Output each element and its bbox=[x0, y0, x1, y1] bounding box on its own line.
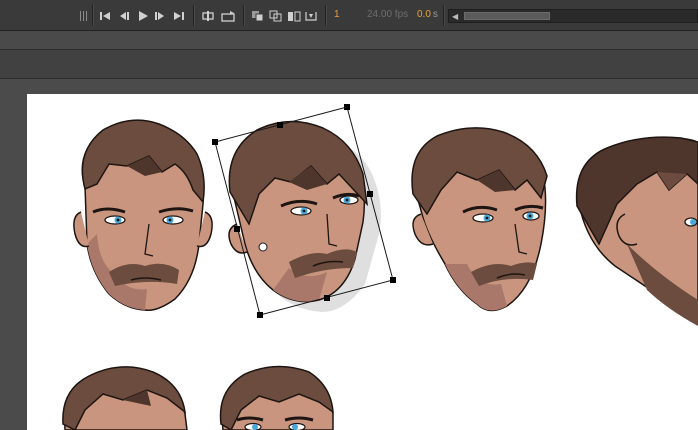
elapsed-time-readout[interactable]: 0.0 s bbox=[417, 9, 438, 20]
transformation-point[interactable] bbox=[258, 242, 268, 252]
head-front[interactable] bbox=[73, 119, 213, 312]
onion-skin-icon[interactable] bbox=[250, 6, 266, 26]
onion-skin-outline-icon[interactable] bbox=[268, 6, 284, 26]
step-forward-icon[interactable] bbox=[153, 6, 167, 26]
loop-icon[interactable] bbox=[200, 6, 216, 26]
head-three-quarter[interactable] bbox=[411, 127, 548, 312]
first-frame-icon[interactable] bbox=[98, 6, 112, 26]
scrollbar-thumb[interactable] bbox=[464, 12, 550, 20]
frame-rate-readout[interactable]: 24.00 fps bbox=[367, 9, 408, 20]
timeline-controls: 1 24.00 fps 0.0 s ◀ bbox=[0, 0, 698, 31]
transform-handle[interactable] bbox=[390, 277, 396, 283]
transform-handle[interactable] bbox=[212, 139, 218, 145]
transform-handle[interactable] bbox=[344, 104, 350, 110]
head-bottom-center[interactable] bbox=[219, 365, 334, 430]
scroll-left-arrow-icon[interactable]: ◀ bbox=[452, 12, 458, 21]
timeline-scrollbar[interactable]: ◀ bbox=[448, 9, 698, 23]
head-bottom-left[interactable] bbox=[62, 366, 188, 430]
elapsed-time-unit: s bbox=[432, 9, 438, 20]
grip-handle-icon[interactable] bbox=[78, 6, 88, 26]
edit-multiple-frames-icon[interactable] bbox=[286, 6, 302, 26]
transform-handle[interactable] bbox=[277, 122, 283, 128]
transform-handle[interactable] bbox=[257, 312, 263, 318]
transform-handle[interactable] bbox=[324, 295, 330, 301]
last-frame-icon[interactable] bbox=[172, 6, 186, 26]
head-profile[interactable] bbox=[575, 136, 698, 326]
panel-divider-bar bbox=[0, 31, 698, 50]
step-back-icon[interactable] bbox=[117, 6, 131, 26]
stage-canvas[interactable] bbox=[27, 94, 698, 430]
center-frame-icon[interactable] bbox=[220, 6, 236, 26]
play-icon[interactable] bbox=[136, 6, 150, 26]
elapsed-time-value: 0.0 bbox=[417, 9, 431, 20]
transform-handle[interactable] bbox=[234, 226, 240, 232]
edit-bar bbox=[0, 50, 698, 79]
modify-markers-icon[interactable] bbox=[303, 6, 319, 26]
current-frame-readout[interactable]: 1 bbox=[334, 9, 340, 20]
transform-handle[interactable] bbox=[367, 191, 373, 197]
stage-artwork bbox=[62, 104, 698, 430]
